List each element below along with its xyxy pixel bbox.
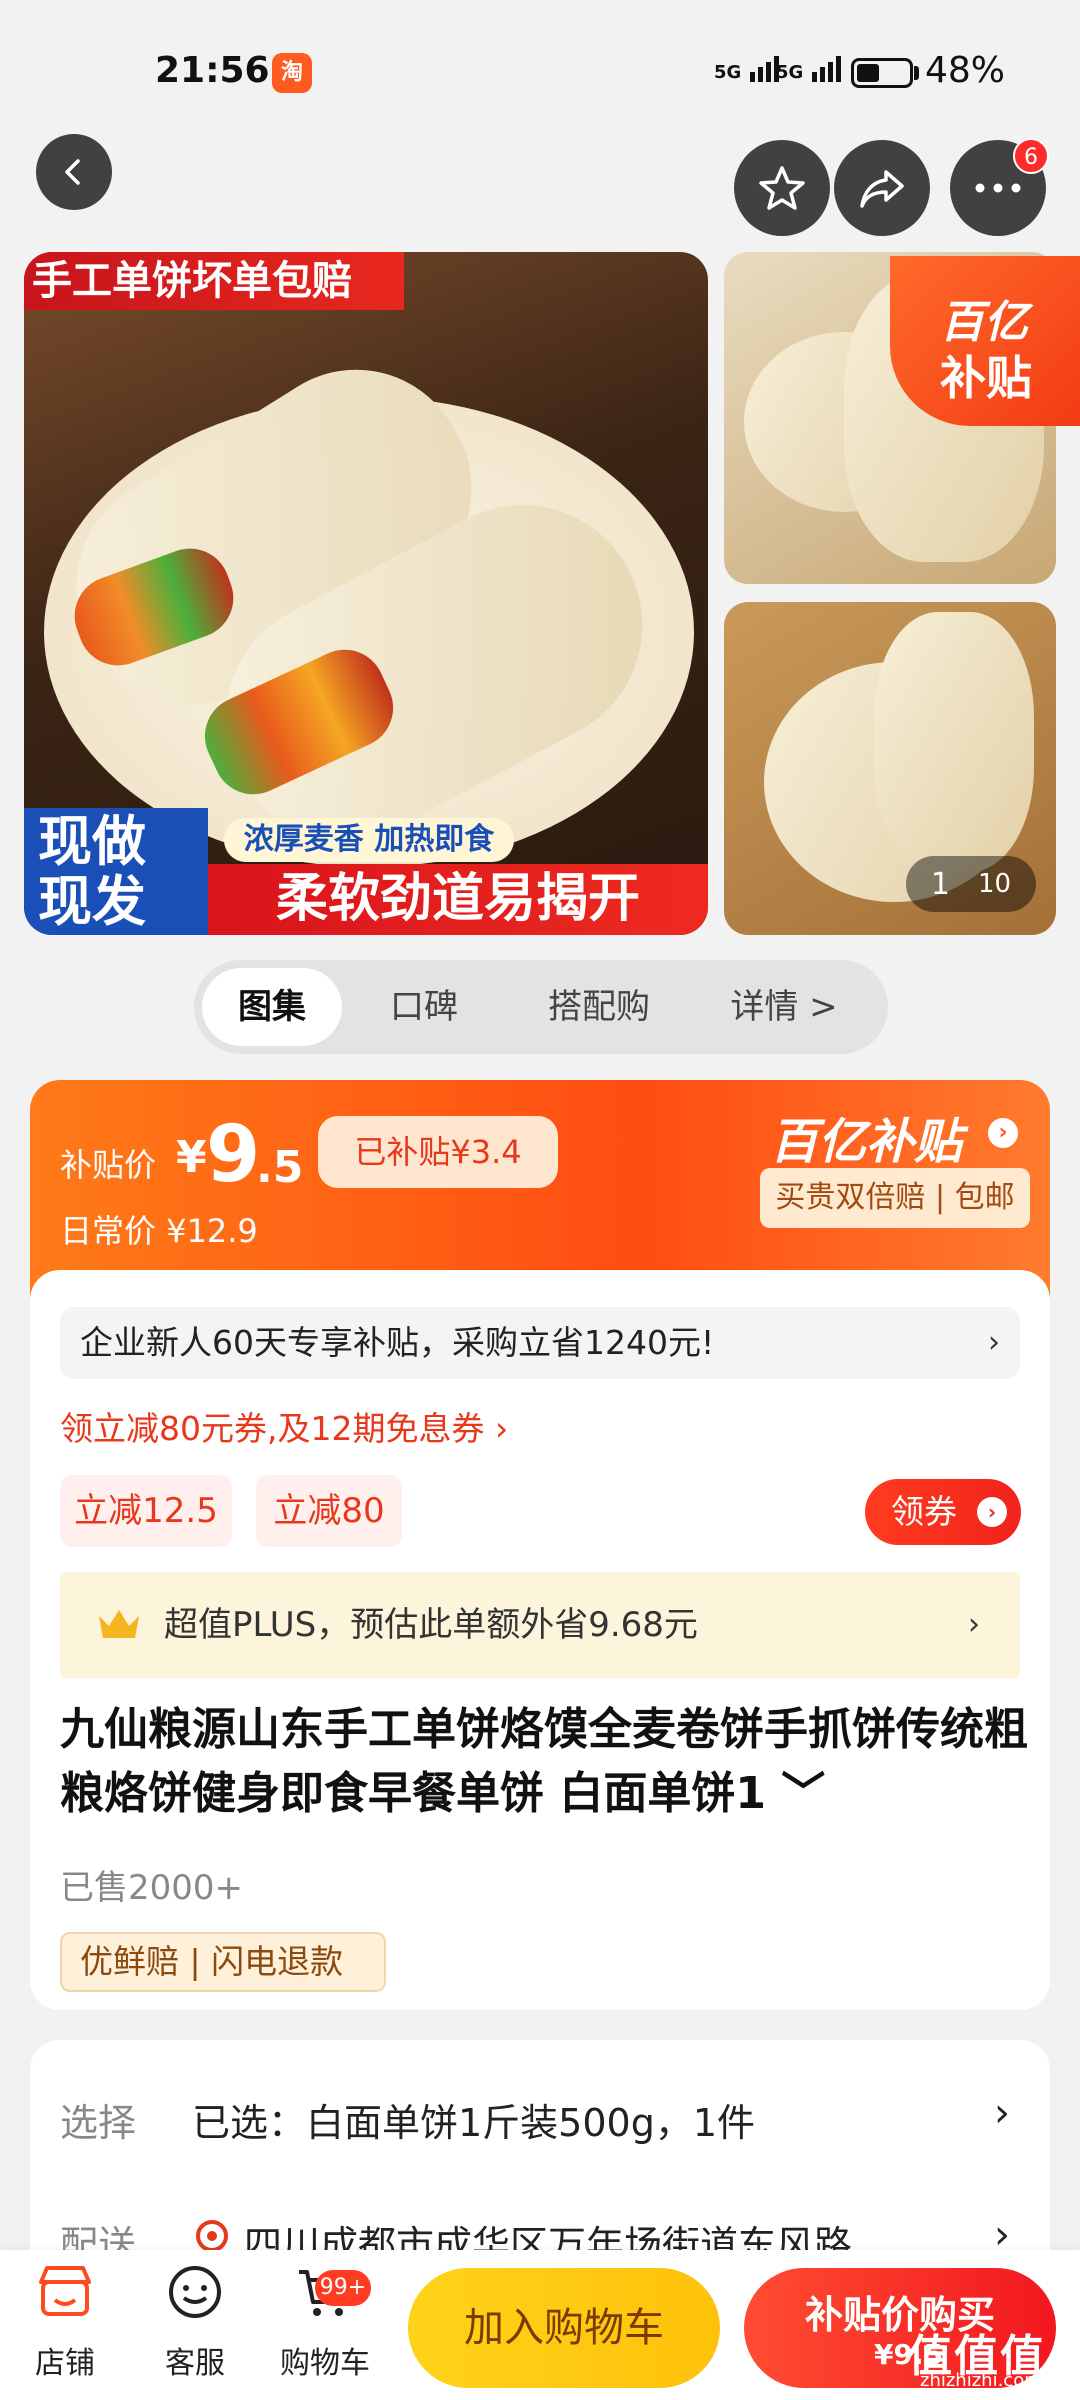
subsidized-amount: 已补贴¥3.4 — [318, 1116, 558, 1188]
banner-bottom: 柔软劲道易揭开 — [208, 864, 708, 935]
back-button[interactable] — [36, 134, 112, 210]
subsidy-brand-tag: 买贵双倍赔 | 包邮 — [760, 1168, 1030, 1228]
shop-icon — [39, 2266, 91, 2316]
sold-count: 已售2000+ — [60, 1868, 244, 1908]
image-pager: 1 10 — [906, 856, 1036, 912]
location-icon — [196, 2220, 228, 2252]
banner-bottom-left: 现做 现发 — [24, 808, 208, 935]
guarantee-badge: 优鲜赔 | 闪电退款 — [60, 1932, 386, 1992]
pager-total: 10 — [978, 869, 1012, 899]
subsidy-badge-line2: 补贴 — [940, 351, 1032, 405]
customer-service-icon — [169, 2266, 221, 2318]
currency-symbol: ¥ — [176, 1132, 207, 1183]
get-coupon-label: 领券 — [891, 1492, 957, 1531]
message-count-badge: 6 — [1013, 138, 1049, 174]
watermark-url: zhizhizhi.com — [920, 2370, 1042, 2391]
cart-label: 购物车 — [280, 2346, 370, 2381]
selected-variant[interactable]: 已选：白面单饼1斤装500g，1件 — [192, 2092, 755, 2147]
add-to-cart-button[interactable]: 加入购物车 — [408, 2268, 720, 2388]
tab-gallery[interactable]: 图集 — [202, 968, 342, 1046]
banner-top: 手工单饼坏单包赔 — [24, 252, 404, 310]
battery-percent: 48% — [925, 50, 1006, 91]
discount-chip-1: 立减12.5 — [60, 1475, 232, 1547]
banner-tag: 浓厚麦香 加热即食 — [224, 818, 514, 862]
subsidy-price-label: 补贴价 — [60, 1146, 157, 1184]
customer-service-button[interactable]: 客服 — [140, 2260, 250, 2382]
share-icon — [860, 170, 904, 208]
share-button[interactable] — [834, 140, 930, 236]
subsidy-brand[interactable]: 百亿补贴 — [770, 1102, 962, 1172]
clock: 21:56 — [155, 50, 270, 91]
enterprise-promo-text: 企业新人60天专享补贴，采购立省1240元! — [80, 1323, 715, 1362]
battery-icon — [851, 58, 913, 88]
cart-count-badge: 99+ — [315, 2270, 371, 2306]
more-dots-icon — [975, 183, 1021, 193]
signal-label-2: 5G — [776, 62, 804, 83]
chevron-right-icon[interactable]: › — [994, 2090, 1010, 2136]
price-decimal: .5 — [256, 1142, 304, 1193]
tab-bundle[interactable]: 搭配购 — [514, 968, 684, 1046]
battery-tip — [914, 66, 919, 80]
subsidy-badge-line1: 百亿 — [940, 297, 1028, 348]
get-coupon-button[interactable]: 领券 › — [865, 1479, 1021, 1545]
chevron-right-icon: › — [977, 1497, 1007, 1527]
price-integer: 9 — [206, 1110, 261, 1200]
crown-icon — [99, 1610, 139, 1638]
subsidy-badge: 百亿 补贴 — [890, 256, 1080, 426]
product-title: 九仙粮源山东手工单饼烙馍全麦卷饼手抓饼传统粗粮烙饼健身即食早餐单饼 白面单饼1 … — [60, 1704, 1028, 1819]
customer-service-label: 客服 — [165, 2346, 225, 2381]
enterprise-promo[interactable]: 企业新人60天专享补贴，采购立省1240元! › — [60, 1307, 1020, 1379]
taobao-app-icon: 淘 — [272, 53, 312, 93]
favorite-button[interactable] — [734, 140, 830, 236]
daily-price: 日常价 ¥12.9 — [60, 1212, 258, 1250]
signal-5g-icon: 5G — [714, 54, 784, 84]
plus-text: 超值PLUS，预估此单额外省9.68元 — [164, 1605, 698, 1645]
discount-chip-2: 立减80 — [256, 1475, 402, 1547]
plus-membership-bar[interactable]: 超值PLUS，预估此单额外省9.68元 › — [60, 1572, 1020, 1678]
signal-bars-icon-2 — [811, 56, 841, 82]
signal-5g-icon-2: 5G — [776, 54, 846, 84]
pager-current: 1 — [930, 866, 950, 902]
banner-bl-text: 现做 现发 — [38, 810, 146, 933]
tab-reviews[interactable]: 口碑 — [354, 968, 494, 1046]
chevron-left-icon — [65, 159, 80, 185]
side-wrap-shape-4 — [874, 612, 1034, 872]
shop-label: 店铺 — [35, 2346, 95, 2381]
coupon-link[interactable]: 领立减80元券,及12期免息券 › — [60, 1402, 508, 1450]
chevron-right-icon: › — [968, 1607, 980, 1642]
section-tabs: 图集 口碑 搭配购 详情 > — [194, 960, 888, 1054]
select-label: 选择 — [60, 2101, 137, 2145]
signal-label-1: 5G — [714, 62, 742, 83]
shop-button[interactable]: 店铺 — [10, 2260, 120, 2382]
chevron-right-icon: › — [988, 1325, 1000, 1360]
main-product-image[interactable]: 手工单饼坏单包赔 现做 现发 浓厚麦香 加热即食 柔软劲道易揭开 — [24, 252, 708, 935]
chevron-right-icon[interactable]: › — [988, 1118, 1018, 1148]
star-icon — [759, 166, 805, 210]
tab-details[interactable]: 详情 > — [704, 968, 864, 1046]
